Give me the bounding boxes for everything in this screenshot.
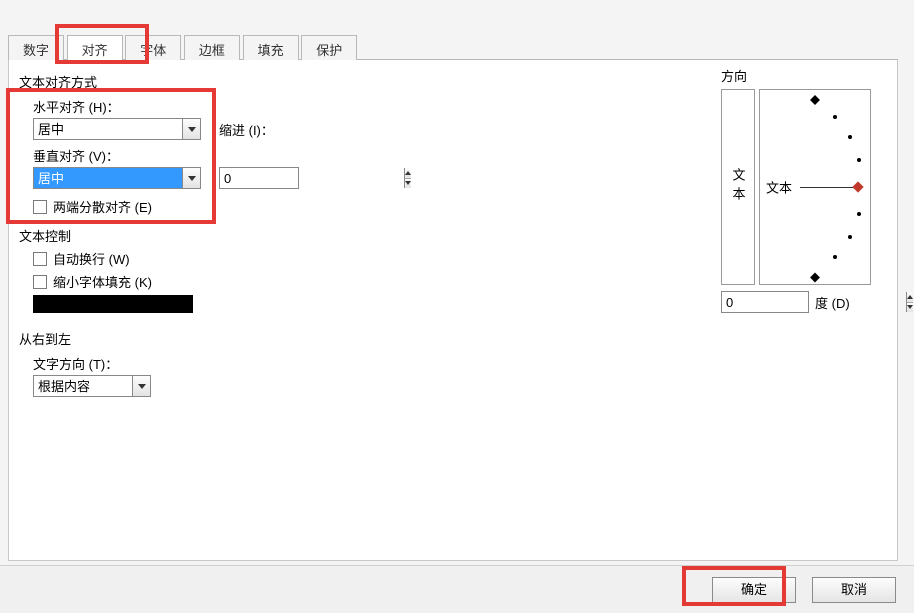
orientation-vertical-button[interactable]: 文本: [721, 89, 755, 285]
tab-protect[interactable]: 保护: [301, 35, 357, 63]
redacted-row: [33, 295, 193, 313]
justify-distributed-label: 两端分散对齐 (E): [53, 197, 152, 216]
spinner-buttons[interactable]: [906, 292, 913, 312]
orientation-dial-handle[interactable]: [852, 181, 863, 192]
vertical-align-value: 居中: [34, 168, 182, 188]
orientation-group: 方向 文本 文本: [721, 66, 883, 316]
dropdown-arrow-icon: [182, 168, 200, 188]
shrink-to-fit-label: 缩小字体填充 (K): [53, 272, 152, 291]
spinner-up-icon[interactable]: [405, 168, 411, 179]
tab-number[interactable]: 数字: [8, 35, 64, 63]
dropdown-arrow-icon: [182, 119, 200, 139]
text-direction-value: 根据内容: [34, 376, 132, 396]
tabstrip: 数字 对齐 字体 边框 填充 保护: [8, 34, 898, 60]
section-title-orientation: 方向: [721, 66, 883, 85]
format-cells-dialog: 数字 对齐 字体 边框 填充 保护 文本对齐方式 水平对齐 (H)： 居中 缩进…: [0, 0, 914, 613]
degree-suffix-label: 度 (D): [815, 293, 850, 312]
wrap-text-label: 自动换行 (W): [53, 249, 130, 268]
section-title-rtl: 从右到左: [19, 329, 887, 348]
ok-button[interactable]: 确定: [712, 577, 796, 603]
degree-spinner[interactable]: [721, 291, 809, 313]
horizontal-align-combo[interactable]: 居中: [33, 118, 201, 140]
checkbox-icon: [33, 252, 47, 266]
orientation-dial-needle: [800, 187, 856, 188]
indent-value[interactable]: [220, 168, 404, 188]
orientation-dial-label: 文本: [766, 178, 792, 197]
spinner-down-icon[interactable]: [907, 303, 913, 313]
label-indent: 缩进 (I)：: [219, 120, 274, 139]
dropdown-arrow-icon: [132, 376, 150, 396]
spinner-down-icon[interactable]: [405, 179, 411, 189]
label-text-direction: 文字方向 (T)：: [33, 354, 887, 373]
dialog-footer: 确定 取消: [0, 565, 914, 613]
rtl-group: 文字方向 (T)： 根据内容: [33, 354, 887, 397]
checkbox-icon: [33, 200, 47, 214]
cancel-button[interactable]: 取消: [812, 577, 896, 603]
spinner-buttons[interactable]: [404, 168, 411, 188]
tab-font[interactable]: 字体: [125, 35, 181, 63]
indent-spinner[interactable]: [219, 167, 299, 189]
vertical-align-combo[interactable]: 居中: [33, 167, 201, 189]
orientation-dial[interactable]: 文本: [759, 89, 871, 285]
tab-content: 文本对齐方式 水平对齐 (H)： 居中 缩进 (I)： 垂直对齐 (V)： 居中: [8, 60, 898, 561]
checkbox-icon: [33, 275, 47, 289]
degree-value[interactable]: [722, 292, 906, 312]
spinner-up-icon[interactable]: [907, 292, 913, 303]
horizontal-align-value: 居中: [34, 119, 182, 139]
text-direction-combo[interactable]: 根据内容: [33, 375, 151, 397]
tab-border[interactable]: 边框: [184, 35, 240, 63]
tab-fill[interactable]: 填充: [243, 35, 299, 63]
